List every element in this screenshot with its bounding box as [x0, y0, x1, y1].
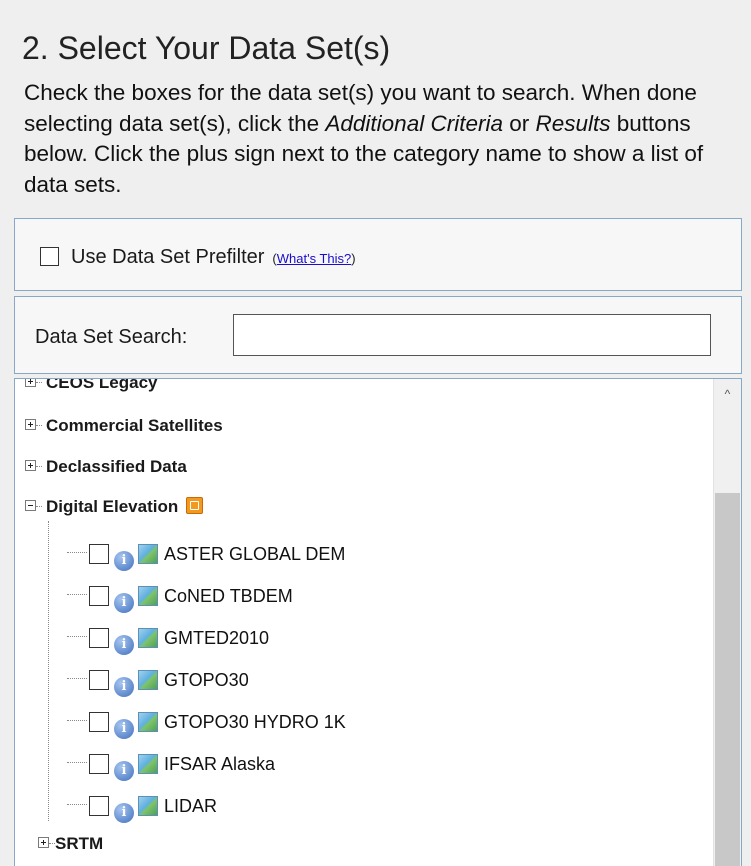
- dataset-checkbox[interactable]: [89, 544, 109, 564]
- instructions-text: Check the boxes for the data set(s) you …: [24, 78, 744, 200]
- additional-criteria-reference: Additional Criteria: [325, 110, 503, 136]
- tree-connector: [67, 594, 87, 595]
- link-close-paren: ): [351, 251, 356, 266]
- plus-expander-icon[interactable]: [25, 379, 36, 387]
- map-thumbnail-icon[interactable]: [138, 712, 158, 732]
- dataset-item: i GMTED2010: [67, 623, 269, 655]
- tree-connector: [36, 382, 42, 383]
- dataset-label[interactable]: GMTED2010: [164, 628, 269, 648]
- dataset-tree-rows: CEOS Legacy Commercial Satellites Declas…: [15, 379, 713, 866]
- prefilter-row: Use Data Set Prefilter (What's This?): [40, 246, 356, 270]
- dataset-label[interactable]: GTOPO30 HYDRO 1K: [164, 712, 346, 732]
- plus-expander-icon[interactable]: [38, 837, 49, 848]
- tree-connector: [36, 506, 42, 507]
- category-label[interactable]: Declassified Data: [46, 457, 187, 476]
- tree-connector: [36, 425, 42, 426]
- dataset-item: i CoNED TBDEM: [67, 581, 293, 613]
- dataset-label[interactable]: ASTER GLOBAL DEM: [164, 544, 345, 564]
- dataset-checkbox[interactable]: [89, 586, 109, 606]
- category-label[interactable]: Commercial Satellites: [46, 416, 223, 435]
- whats-this-link[interactable]: What's This?: [277, 251, 352, 266]
- map-thumbnail-icon[interactable]: [138, 544, 158, 564]
- tree-scrollbar[interactable]: ^: [713, 379, 741, 866]
- tree-connector: [67, 762, 87, 763]
- dataset-checkbox[interactable]: [89, 796, 109, 816]
- category-label[interactable]: SRTM: [55, 834, 103, 853]
- category-label[interactable]: Digital Elevation: [46, 497, 178, 516]
- dataset-search-label: Data Set Search:: [35, 326, 188, 348]
- dataset-item: i GTOPO30 HYDRO 1K: [67, 707, 346, 739]
- info-icon[interactable]: i: [114, 761, 134, 781]
- dataset-item: i LIDAR: [67, 791, 217, 823]
- map-thumbnail-icon[interactable]: [138, 586, 158, 606]
- tree-connector: [67, 636, 87, 637]
- section-title: 2. Select Your Data Set(s): [22, 30, 391, 66]
- info-icon[interactable]: i: [114, 635, 134, 655]
- dataset-checkbox[interactable]: [89, 670, 109, 690]
- info-icon[interactable]: i: [114, 677, 134, 697]
- dataset-item: i ASTER GLOBAL DEM: [67, 539, 345, 571]
- dataset-checkbox[interactable]: [89, 712, 109, 732]
- dataset-tree: CEOS Legacy Commercial Satellites Declas…: [14, 378, 742, 866]
- info-icon[interactable]: i: [114, 719, 134, 739]
- scrollbar-thumb[interactable]: [715, 493, 740, 866]
- whats-this-link-wrapper: (What's This?): [272, 251, 355, 266]
- tree-subcategory-srtm[interactable]: SRTM: [38, 831, 103, 857]
- dataset-search-input[interactable]: [233, 314, 711, 356]
- map-thumbnail-icon[interactable]: [138, 754, 158, 774]
- feed-icon[interactable]: [186, 497, 204, 514]
- tree-category-declassified-data[interactable]: Declassified Data: [25, 454, 187, 480]
- tree-category-commercial-satellites[interactable]: Commercial Satellites: [25, 413, 223, 439]
- tree-connector: [67, 552, 87, 553]
- tree-connector: [67, 804, 87, 805]
- map-thumbnail-icon[interactable]: [138, 628, 158, 648]
- tree-category-ceos-legacy[interactable]: CEOS Legacy: [25, 379, 158, 396]
- minus-expander-icon[interactable]: [25, 500, 36, 511]
- dataset-search-panel: Data Set Search:: [14, 296, 742, 374]
- instructions-part: or: [502, 110, 536, 136]
- tree-vertical-connector: [48, 521, 49, 821]
- dataset-label[interactable]: CoNED TBDEM: [164, 586, 293, 606]
- prefilter-panel: Use Data Set Prefilter (What's This?): [14, 218, 742, 291]
- tree-category-digital-elevation[interactable]: Digital Elevation: [25, 494, 204, 520]
- results-reference: Results: [535, 110, 611, 136]
- info-icon[interactable]: i: [114, 593, 134, 613]
- category-label[interactable]: CEOS Legacy: [46, 379, 158, 392]
- prefilter-checkbox[interactable]: [40, 247, 59, 266]
- info-icon[interactable]: i: [114, 551, 134, 571]
- scroll-up-arrow-icon[interactable]: ^: [714, 379, 741, 405]
- info-icon[interactable]: i: [114, 803, 134, 823]
- dataset-checkbox[interactable]: [89, 628, 109, 648]
- dataset-label[interactable]: LIDAR: [164, 796, 217, 816]
- dataset-item: i GTOPO30: [67, 665, 249, 697]
- tree-connector: [67, 678, 87, 679]
- tree-connector: [67, 720, 87, 721]
- dataset-label[interactable]: GTOPO30: [164, 670, 249, 690]
- plus-expander-icon[interactable]: [25, 460, 36, 471]
- prefilter-label[interactable]: Use Data Set Prefilter: [71, 246, 264, 268]
- map-thumbnail-icon[interactable]: [138, 670, 158, 690]
- map-thumbnail-icon[interactable]: [138, 796, 158, 816]
- dataset-item: i IFSAR Alaska: [67, 749, 275, 781]
- dataset-label[interactable]: IFSAR Alaska: [164, 754, 275, 774]
- tree-connector: [36, 466, 42, 467]
- dataset-checkbox[interactable]: [89, 754, 109, 774]
- plus-expander-icon[interactable]: [25, 419, 36, 430]
